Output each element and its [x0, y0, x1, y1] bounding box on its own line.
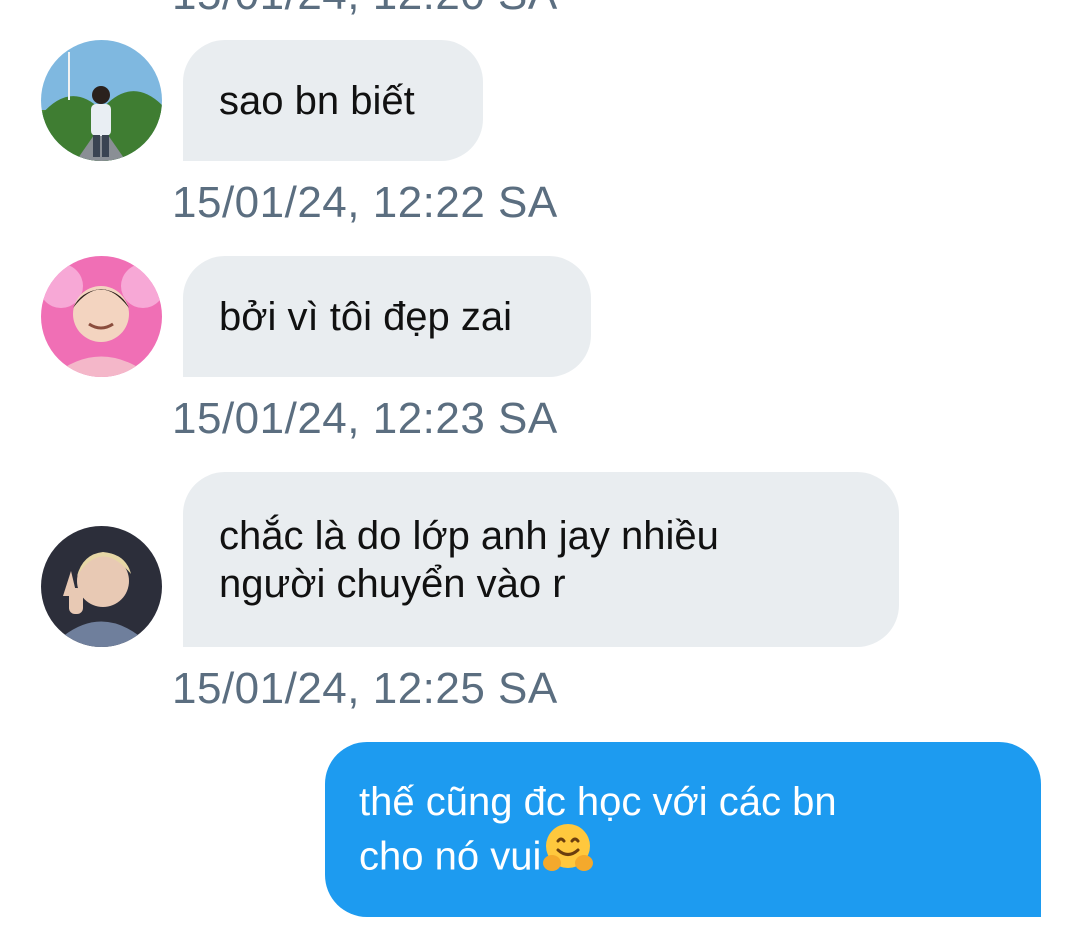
incoming-message-bubble[interactable]: chắc là do lớp anh jay nhiều người chuyể… — [183, 472, 899, 647]
message-timestamp: 15/01/24, 12:25 SA — [172, 664, 558, 713]
message-text-line: chắc là do lớp anh jay nhiều — [219, 513, 719, 558]
message-timestamp: 15/01/24, 12:23 SA — [172, 394, 558, 443]
message-text-line: người chuyển vào r — [219, 561, 566, 606]
avatar[interactable] — [41, 526, 162, 647]
avatar[interactable] — [41, 40, 162, 161]
incoming-message-bubble[interactable]: sao bn biết — [183, 40, 483, 161]
message-text: cho nó vui — [359, 834, 542, 879]
avatar[interactable] — [41, 256, 162, 377]
outgoing-message-bubble[interactable]: thế cũng đc học với các bn cho nó vui — [325, 742, 1041, 917]
hugging-face-emoji — [541, 821, 595, 889]
chat-thread: 15/01/24, 12:20 SA sao bn biết 15/01/24,… — [0, 0, 1080, 925]
message-text-line: thế cũng đc học với các bn — [359, 780, 837, 824]
message-timestamp: 15/01/24, 12:22 SA — [172, 178, 558, 227]
message-timestamp: 15/01/24, 12:20 SA — [172, 0, 558, 20]
message-text-line: cho nó vui — [359, 824, 1007, 889]
message-text: sao bn biết — [219, 78, 415, 123]
incoming-message-bubble[interactable]: bởi vì tôi đẹp zai — [183, 256, 591, 377]
message-text: bởi vì tôi đẹp zai — [219, 294, 513, 339]
